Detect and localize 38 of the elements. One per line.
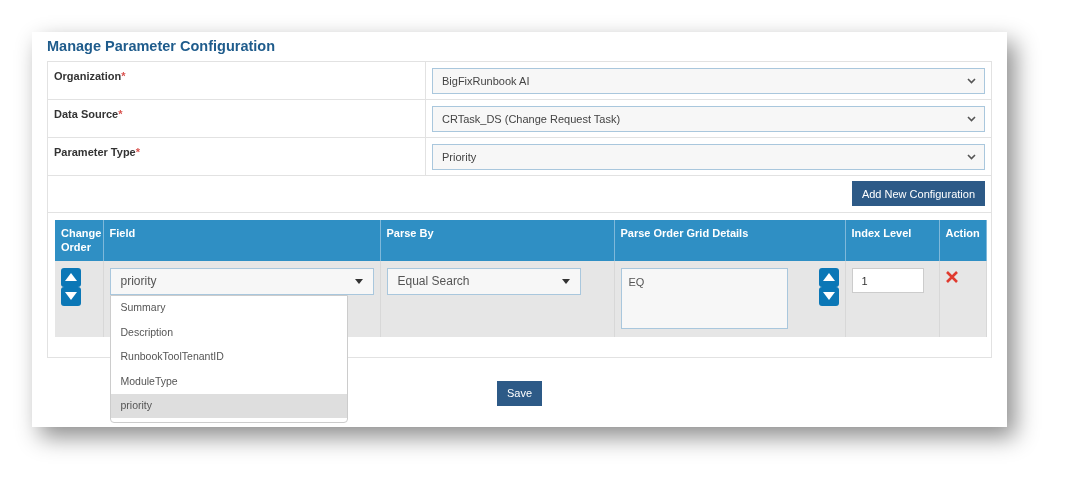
column-header: Action (939, 220, 986, 261)
save-button[interactable]: Save (496, 380, 543, 406)
move-down-button[interactable] (61, 286, 81, 306)
number-field[interactable]: 1 (851, 267, 924, 293)
move-down-button[interactable] (818, 286, 839, 306)
dropdown-field[interactable]: Equal Search (386, 267, 581, 295)
column-header: Parse By (380, 220, 614, 261)
text-area[interactable]: EQ (620, 267, 788, 329)
select-field[interactable]: BigFixRunbook AI (432, 68, 985, 95)
column-header: Field (103, 220, 380, 261)
column-header: Index Level (845, 220, 939, 261)
column-header: Change Order (55, 220, 103, 261)
dropdown-option[interactable]: RunbookToolTenantID (110, 344, 347, 370)
chevron-down-icon (967, 78, 976, 85)
chevron-down-icon (967, 154, 976, 161)
page-title: Manage Parameter Configuration (47, 38, 276, 56)
caret-down-icon (561, 278, 570, 284)
dropdown-option[interactable]: priority (110, 393, 347, 419)
select-field[interactable]: Priority (432, 144, 985, 171)
triangle-up-icon (65, 273, 77, 282)
triangle-down-icon (65, 292, 77, 301)
dropdown-option[interactable]: Summary (110, 295, 347, 321)
dropdown-field[interactable]: priority (109, 267, 374, 295)
field-label: Data Source* (48, 100, 426, 138)
dropdown-option[interactable]: ModuleType (110, 369, 347, 394)
chevron-down-icon (967, 116, 976, 123)
move-up-button[interactable] (61, 267, 81, 287)
field-label: Organization* (48, 62, 426, 100)
triangle-down-icon (822, 292, 835, 301)
select-field[interactable]: CRTask_DS (Change Request Task) (432, 106, 985, 133)
add-configuration-button[interactable]: Add New Configuration (851, 181, 985, 207)
move-up-button[interactable] (818, 267, 839, 287)
delete-icon[interactable] (945, 270, 958, 283)
caret-down-icon (354, 278, 363, 284)
dropdown-option[interactable]: Description (110, 320, 347, 345)
column-header: Parse Order Grid Details (614, 220, 845, 261)
triangle-up-icon (822, 273, 835, 282)
field-label: Parameter Type* (48, 138, 426, 176)
